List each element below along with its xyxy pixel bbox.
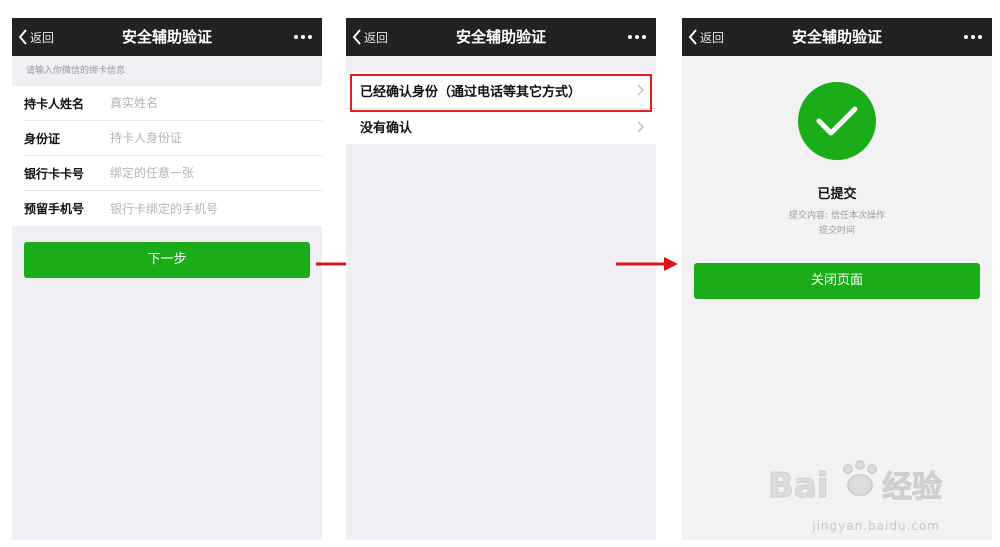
form-row-cardholder-name: 持卡人姓名	[24, 86, 322, 121]
detail-content: 提交内容: 信任本次操作	[789, 211, 885, 221]
form-row-id-card: 身份证	[24, 121, 322, 156]
id-card-label: 身份证	[24, 131, 61, 146]
phone-step-2: 返回 安全辅助验证 已经确认身份（通过电话等其它方式） 没有确认	[346, 18, 656, 540]
option-label: 没有确认	[360, 121, 413, 136]
more-dot-icon	[301, 35, 305, 39]
page-title: 安全辅助验证	[455, 28, 546, 46]
cardholder-name-input[interactable]	[110, 96, 322, 110]
more-menu-button[interactable]	[294, 18, 312, 56]
arrow-right-icon	[616, 257, 678, 271]
page-title: 安全辅助验证	[791, 28, 882, 46]
more-dot-icon	[635, 35, 639, 39]
phone-input[interactable]	[110, 201, 322, 216]
page-title: 安全辅助验证	[121, 28, 212, 46]
chevron-right-icon	[637, 121, 644, 133]
close-page-button[interactable]: 关闭页面	[694, 263, 980, 299]
back-label: 返回	[700, 30, 725, 45]
back-button[interactable]: 返回	[352, 18, 388, 56]
detail-time: 提交时间	[818, 226, 855, 236]
option-not-confirmed[interactable]: 没有确认	[346, 108, 656, 144]
chevron-left-icon	[18, 29, 27, 45]
back-button[interactable]: 返回	[688, 18, 724, 56]
screenshot-stage: 返回 安全辅助验证 请输入你微信的绑卡信息 持卡人姓名 身份证 银行卡卡号 预留…	[0, 0, 1000, 547]
next-step-button[interactable]: 下一步	[24, 242, 310, 278]
watermark-url: jingyan.baidu.com	[812, 519, 940, 533]
status-title: 已提交	[817, 187, 857, 202]
navbar: 返回 安全辅助验证	[12, 18, 322, 56]
more-dot-icon	[628, 35, 632, 39]
submission-detail: 提交内容: 信任本次操作 提交时间	[682, 209, 992, 239]
phone-step-1: 返回 安全辅助验证 请输入你微信的绑卡信息 持卡人姓名 身份证 银行卡卡号 预留…	[12, 18, 322, 540]
cardholder-name-label: 持卡人姓名	[24, 96, 85, 111]
card-number-input[interactable]	[110, 166, 322, 180]
more-dot-icon	[308, 35, 312, 39]
form-row-phone: 预留手机号	[24, 191, 322, 226]
confirm-options-list: 已经确认身份（通过电话等其它方式） 没有确认	[346, 72, 656, 144]
card-number-label: 银行卡卡号	[24, 166, 85, 181]
more-menu-button[interactable]	[628, 18, 646, 56]
id-card-input[interactable]	[110, 131, 322, 145]
more-dot-icon	[642, 35, 646, 39]
svg-text:经验: 经验	[882, 470, 942, 505]
more-dot-icon	[964, 35, 968, 39]
chevron-left-icon	[688, 29, 697, 45]
svg-text:Bai: Bai	[768, 466, 829, 506]
back-button[interactable]: 返回	[18, 18, 54, 56]
option-confirmed-identity[interactable]: 已经确认身份（通过电话等其它方式）	[346, 72, 656, 108]
more-dot-icon	[294, 35, 298, 39]
navbar: 返回 安全辅助验证	[682, 18, 992, 56]
back-label: 返回	[364, 30, 389, 45]
back-label: 返回	[30, 30, 55, 45]
option-label: 已经确认身份（通过电话等其它方式）	[360, 84, 582, 100]
chevron-left-icon	[352, 29, 361, 45]
card-info-form: 持卡人姓名 身份证 银行卡卡号 预留手机号	[12, 86, 322, 226]
more-menu-button[interactable]	[964, 18, 982, 56]
form-hint: 请输入你微信的绑卡信息	[12, 56, 322, 86]
chevron-right-icon	[637, 84, 644, 96]
baidu-jingyan-watermark-icon: Bai 经验	[768, 460, 943, 507]
more-dot-icon	[971, 35, 975, 39]
success-check-icon	[798, 82, 876, 160]
phone-label: 预留手机号	[24, 202, 85, 216]
navbar: 返回 安全辅助验证	[346, 18, 656, 56]
form-row-card-number: 银行卡卡号	[24, 156, 322, 191]
more-dot-icon	[978, 35, 982, 39]
